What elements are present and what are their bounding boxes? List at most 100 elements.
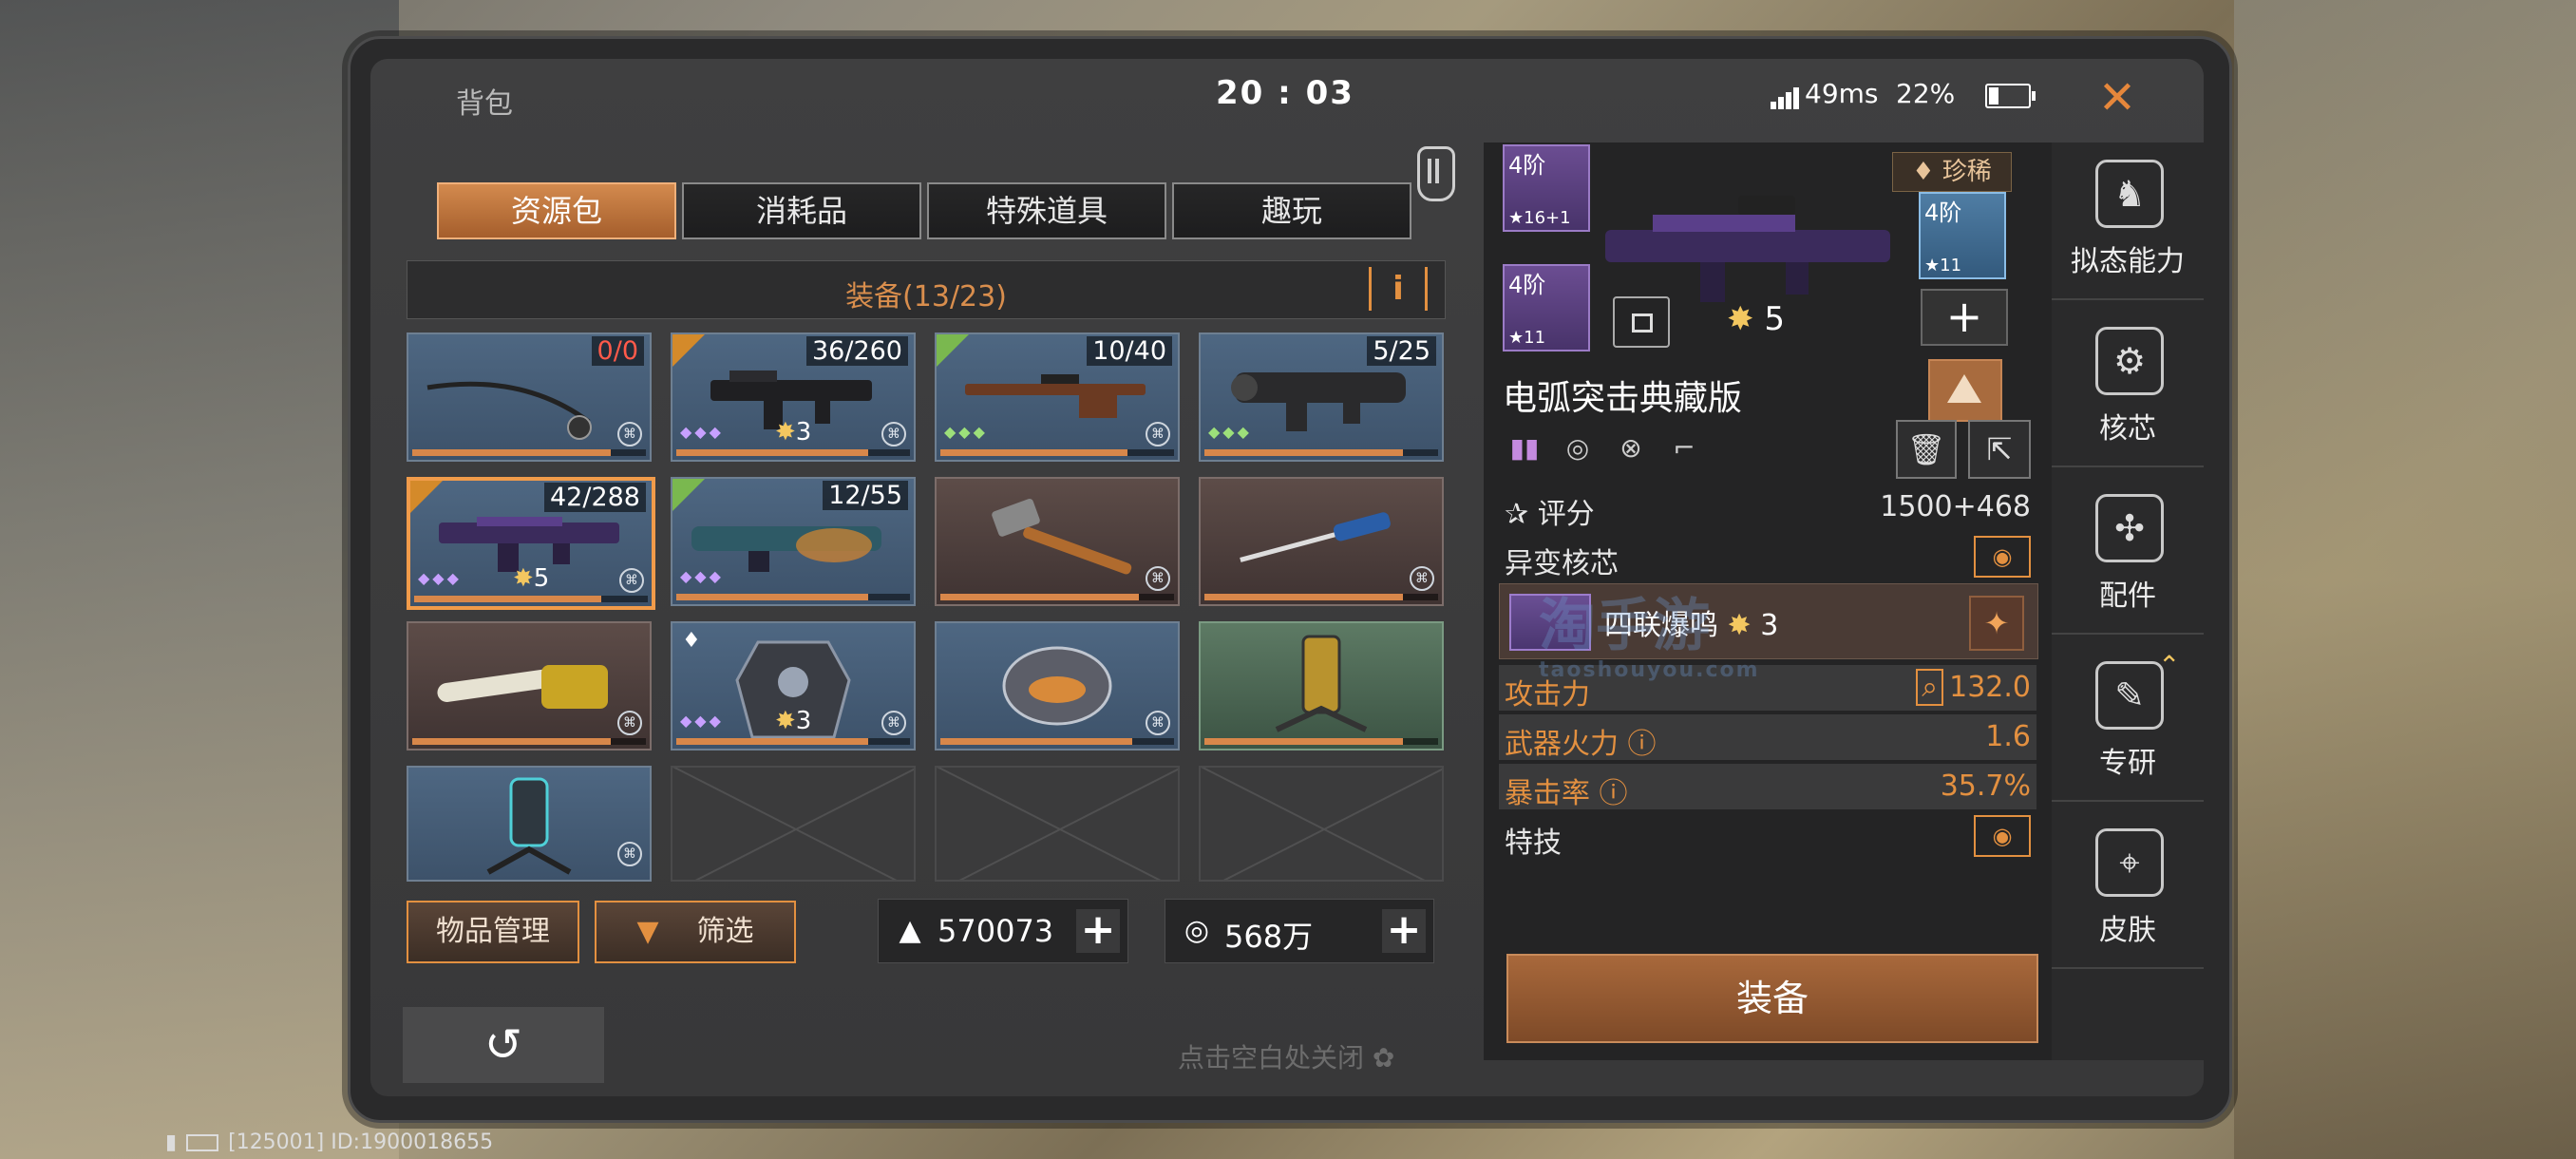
sidebar-item-parts[interactable]: ✣ 配件 — [2052, 477, 2204, 635]
item-progress — [1204, 594, 1438, 600]
spiral-icon: ◎ — [1565, 432, 1590, 464]
mod-frame-icon[interactable] — [1613, 296, 1670, 348]
sidebar-item-core[interactable]: ⚙ 核芯 — [2052, 310, 2204, 467]
info-icon[interactable]: ⓘ — [1628, 728, 1657, 761]
close-button[interactable]: ✕ — [2092, 72, 2143, 124]
item-hammer[interactable]: ⌘ — [935, 477, 1180, 606]
type-icon: ⌘ — [617, 422, 642, 446]
item-totem-device[interactable] — [1199, 621, 1444, 750]
item-fishing-rod[interactable]: 0/0 ⌘ — [407, 332, 652, 462]
core-effect-icon: ✦ — [1969, 596, 2024, 651]
slot-stars: ★16+1 — [1508, 208, 1571, 228]
add-coin-button[interactable]: + — [1382, 909, 1426, 953]
score-row: ✰ 评分 1500+468 — [1499, 484, 2036, 531]
equipment-count: 装备(13/23) — [845, 280, 1007, 314]
item-chainsaw[interactable]: ⌘ — [407, 621, 652, 750]
star-check-icon: ✰ — [1505, 498, 1538, 531]
totem-icon — [1275, 635, 1368, 732]
item-rocket-launcher[interactable]: 5/25 ◆◆◆ — [1199, 332, 1444, 462]
currency-coin: ◎ 568万 + — [1165, 899, 1434, 963]
parts-icon: ✣ — [2095, 494, 2164, 562]
ammo-icon: ▮▮ — [1509, 432, 1540, 464]
back-button[interactable]: ↺ — [403, 1007, 604, 1083]
helmet-gear-icon — [1002, 646, 1112, 726]
item-helmet[interactable]: ⌘ — [935, 621, 1180, 750]
mod-slot-3[interactable]: 4阶 ★11 — [1919, 192, 2006, 279]
fishing-rod-icon — [426, 381, 592, 440]
star-level: ✸3 — [775, 418, 812, 446]
item-assault-rifle[interactable]: 36/260 ◆◆◆ ✸3 ⌘ — [671, 332, 916, 462]
mutation-core-row: 异变核芯 ◉ — [1499, 534, 2036, 580]
item-progress — [940, 594, 1174, 600]
sidebar-item-research[interactable]: ✎ ⌃ 专研 — [2052, 644, 2204, 802]
item-sniper-rifle[interactable]: 10/40 ◆◆◆ ⌘ — [935, 332, 1180, 462]
add-mod-button[interactable]: + — [1921, 289, 2008, 346]
pistol-icon: ⌐ — [1673, 432, 1695, 464]
magnify-icon[interactable]: ⌕ — [1916, 669, 1944, 706]
info-icon[interactable]: ⓘ — [1600, 777, 1628, 810]
rank-icon: ◆◆◆ — [680, 712, 724, 730]
helmet-icon[interactable] — [1417, 146, 1455, 201]
item-progress — [414, 596, 648, 602]
rank-icon: ◆◆◆ — [680, 423, 724, 441]
item-beacon-device[interactable]: ⌘ — [407, 766, 652, 882]
sidebar-label: 皮肤 — [2099, 914, 2156, 947]
chainsaw-icon — [437, 665, 608, 709]
info-button[interactable]: i — [1369, 267, 1428, 311]
tab-resource-pack[interactable]: 资源包 — [437, 182, 676, 239]
tap-to-close-hint[interactable]: 点击空白处关闭 ✿ — [1178, 1037, 1394, 1075]
diamond-icon: ♦ — [1912, 158, 1942, 186]
sidebar-item-mimic[interactable]: ♞ 拟态能力 — [2052, 142, 2204, 300]
type-icon: ⌘ — [1146, 566, 1170, 591]
flame-gun-icon — [691, 526, 881, 572]
sidebar-item-skin[interactable]: ⌖ 皮肤 — [2052, 811, 2204, 969]
mod-slot-1[interactable]: 4阶 ★16+1 — [1503, 144, 1590, 232]
rank-icon: ◆◆◆ — [944, 423, 988, 441]
equip-button[interactable]: 装备 — [1506, 954, 2038, 1043]
empty-slot — [935, 766, 1180, 882]
tab-fun[interactable]: 趣玩 — [1172, 182, 1411, 239]
core-icon: ⚙ — [2095, 327, 2164, 395]
item-flame-gun[interactable]: 12/55 ◆◆◆ — [671, 477, 916, 606]
eye-icon[interactable]: ◉ — [1974, 536, 2031, 578]
stat-label: 武器火力 ⓘ — [1505, 728, 1657, 761]
device-id: [125001] ID:1900018655 — [228, 1130, 494, 1154]
item-progress — [940, 449, 1174, 456]
currency-alloy: ▲ 570073 + — [878, 899, 1128, 963]
item-screwdriver[interactable]: ⌘ — [1199, 477, 1444, 606]
stat-value: 1.6 — [1985, 720, 2031, 753]
share-button[interactable]: ⇱ — [1968, 420, 2031, 479]
type-icon: ⌘ — [617, 711, 642, 735]
mimic-icon: ♞ — [2095, 160, 2164, 228]
type-icon: ⌘ — [619, 568, 644, 593]
battery-icon — [1985, 84, 2036, 108]
trash-button[interactable]: 🗑 — [1896, 420, 1957, 479]
device-id-bar: ▮ [125001] ID:1900018655 — [165, 1130, 493, 1154]
slot-tier: 4阶 — [1508, 152, 1546, 179]
item-arc-assault-rifle[interactable]: 42/288 ◆◆◆ ✸5 ⌘ — [407, 477, 655, 610]
slot-tier: 4阶 — [1508, 272, 1546, 298]
firepower-row: 武器火力 ⓘ 1.6 — [1499, 714, 2036, 761]
item-progress — [1204, 449, 1438, 456]
watermark: 淘手游 taoshouyou.com — [1539, 593, 1760, 682]
stat-label: 暴击率 ⓘ — [1505, 777, 1628, 810]
empty-slot — [671, 766, 916, 882]
filter-button[interactable]: ▼ 筛选 — [595, 901, 796, 963]
upgrade-button[interactable] — [1928, 359, 2002, 422]
add-alloy-button[interactable]: + — [1076, 909, 1120, 953]
sniper-rifle-icon — [965, 374, 1146, 418]
type-icon: ⌘ — [617, 842, 642, 866]
rarity-badge: ♦ 珍稀 — [1892, 152, 2012, 192]
item-armor-suit[interactable]: ♦ ◆◆◆ ✸3 ⌘ — [671, 621, 916, 750]
type-icon: ⌘ — [881, 422, 906, 446]
type-icon: ⌘ — [1146, 711, 1170, 735]
coin-icon: ◎ — [1184, 914, 1210, 947]
item-progress — [940, 738, 1174, 745]
filter-chevron-icon: ▼ — [636, 915, 659, 948]
mod-slot-2[interactable]: 4阶 ★11 — [1503, 264, 1590, 352]
tab-special-items[interactable]: 特殊道具 — [927, 182, 1166, 239]
rarity-label: 珍稀 — [1941, 158, 1992, 186]
eye-icon[interactable]: ◉ — [1974, 815, 2031, 857]
item-manage-button[interactable]: 物品管理 — [407, 901, 579, 963]
tab-consumables[interactable]: 消耗品 — [682, 182, 921, 239]
